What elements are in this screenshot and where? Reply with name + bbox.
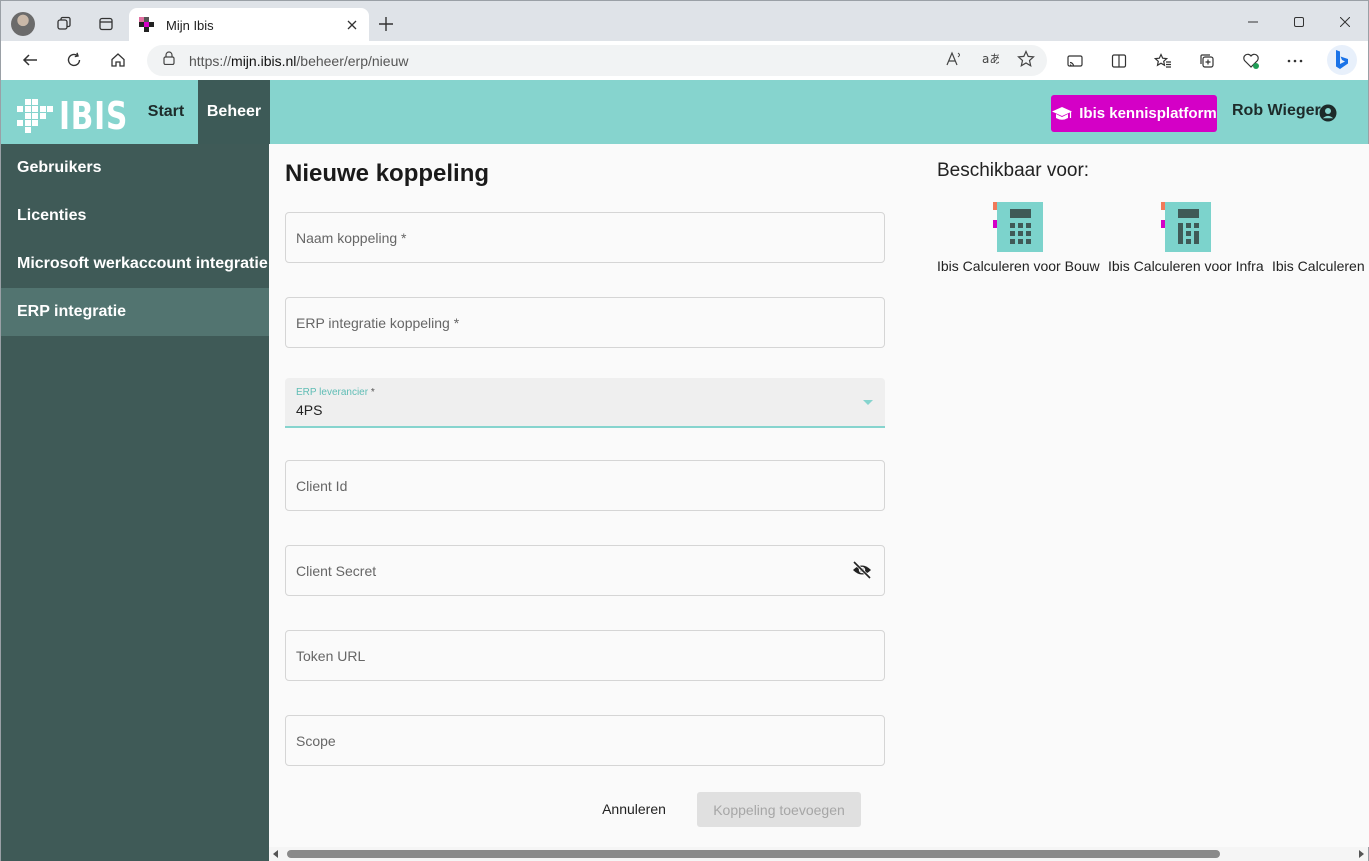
- calculator-infra-icon: [1160, 202, 1211, 252]
- scroll-right-arrow-icon[interactable]: [1359, 850, 1364, 858]
- client-id-label: Client Id: [296, 477, 348, 494]
- read-aloud-icon[interactable]: [945, 50, 963, 73]
- logo-text: IBIS: [59, 94, 129, 138]
- scope-label: Scope: [296, 732, 336, 749]
- browser-tab-bar: Mijn Ibis: [0, 0, 1369, 42]
- dropdown-arrow-icon: [863, 400, 873, 405]
- profile-avatar[interactable]: [11, 12, 35, 36]
- kennisplatform-label: Ibis kennisplatform: [1079, 105, 1217, 122]
- back-arrow-icon[interactable]: [19, 49, 41, 71]
- app-header: IBIS Start Beheer Ibis kennisplatform Ro…: [0, 80, 1369, 144]
- cast-icon[interactable]: [1064, 50, 1086, 72]
- erp-leverancier-select[interactable]: ERP leverancier * 4PS: [285, 378, 885, 428]
- scope-field[interactable]: Scope: [285, 715, 885, 766]
- translate-icon[interactable]: aあ: [981, 50, 1001, 73]
- workspaces-icon[interactable]: [53, 13, 75, 35]
- minimize-icon[interactable]: [1230, 1, 1276, 42]
- product-calculeren: Ibis Calculeren: [1272, 202, 1365, 274]
- client-secret-label: Client Secret: [296, 562, 377, 579]
- tab-actions-icon[interactable]: [95, 13, 117, 35]
- address-bar[interactable]: https://mijn.ibis.nl/beheer/erp/nieuw aあ: [147, 45, 1047, 76]
- svg-text:aあ: aあ: [982, 52, 999, 66]
- browser-tab-mijn-ibis[interactable]: Mijn Ibis: [129, 8, 369, 42]
- main-content: Nieuwe koppeling Naam koppeling * ERP in…: [269, 144, 1369, 847]
- token-url-label: Token URL: [296, 647, 366, 664]
- tab-title: Mijn Ibis: [166, 17, 214, 33]
- product-calculeren-bouw: Ibis Calculeren voor Bouw: [937, 202, 1100, 274]
- home-icon[interactable]: [107, 49, 129, 71]
- sidebar-item-microsoft-werkaccount[interactable]: Microsoft werkaccount integratie: [1, 240, 269, 288]
- horizontal-scrollbar[interactable]: [269, 847, 1369, 861]
- client-secret-field[interactable]: Client Secret: [285, 545, 885, 596]
- collections-icon[interactable]: [1196, 50, 1218, 72]
- erp-integratie-koppeling-field[interactable]: ERP integratie koppeling *: [285, 297, 885, 348]
- availability-title: Beschikbaar voor:: [937, 160, 1090, 181]
- browser-essentials-icon[interactable]: [1240, 50, 1262, 72]
- new-tab-icon[interactable]: [375, 13, 397, 35]
- browser-toolbar: https://mijn.ibis.nl/beheer/erp/nieuw aあ: [0, 41, 1369, 80]
- refresh-icon[interactable]: [63, 49, 85, 71]
- scrollbar-thumb[interactable]: [287, 850, 1220, 858]
- calculator-icon: [993, 202, 1044, 252]
- nav-tab-beheer[interactable]: Beheer: [198, 80, 270, 144]
- split-screen-icon[interactable]: [1108, 50, 1130, 72]
- more-options-icon[interactable]: [1284, 50, 1306, 72]
- kennisplatform-button[interactable]: Ibis kennisplatform: [1051, 95, 1217, 132]
- window-controls: [1230, 1, 1368, 42]
- graduation-cap-icon: [1052, 106, 1073, 120]
- favorite-star-icon[interactable]: [1017, 50, 1035, 73]
- scroll-left-arrow-icon[interactable]: [273, 850, 278, 858]
- user-name[interactable]: Rob Wiegers: [1232, 102, 1330, 120]
- sidebar: Gebruikers Licenties Microsoft werkaccou…: [0, 144, 269, 861]
- favorites-icon[interactable]: [1152, 50, 1174, 72]
- naam-koppeling-label: Naam koppeling *: [296, 229, 407, 246]
- ibis-favicon-icon: [139, 17, 155, 33]
- bing-copilot-icon[interactable]: [1327, 45, 1357, 75]
- product-label: Ibis Calculeren voor Bouw: [937, 258, 1100, 274]
- close-tab-icon[interactable]: [341, 14, 363, 36]
- nav-tab-start[interactable]: Start: [135, 80, 197, 144]
- maximize-icon[interactable]: [1276, 1, 1322, 42]
- naam-koppeling-field[interactable]: Naam koppeling *: [285, 212, 885, 263]
- sidebar-item-erp-integratie[interactable]: ERP integratie: [1, 288, 269, 336]
- product-label: Ibis Calculeren: [1272, 258, 1365, 274]
- visibility-off-icon[interactable]: [852, 560, 872, 584]
- add-koppeling-button[interactable]: Koppeling toevoegen: [697, 792, 861, 827]
- address-bar-actions: aあ: [945, 50, 1035, 73]
- token-url-field[interactable]: Token URL: [285, 630, 885, 681]
- product-label: Ibis Calculeren voor Infra: [1108, 258, 1264, 274]
- ibis-logo[interactable]: IBIS: [17, 94, 148, 138]
- ibis-logo-mark-icon: [17, 99, 53, 133]
- url-text: https://mijn.ibis.nl/beheer/erp/nieuw: [189, 52, 409, 69]
- page-title: Nieuwe koppeling: [285, 160, 490, 187]
- erp-leverancier-value: 4PS: [296, 402, 323, 418]
- client-id-field[interactable]: Client Id: [285, 460, 885, 511]
- cancel-button[interactable]: Annuleren: [591, 792, 677, 826]
- close-window-icon[interactable]: [1322, 1, 1368, 42]
- lock-icon[interactable]: [163, 51, 175, 70]
- sidebar-item-licenties[interactable]: Licenties: [1, 192, 269, 240]
- product-calculeren-infra: Ibis Calculeren voor Infra: [1108, 202, 1264, 274]
- account-circle-icon[interactable]: [1319, 104, 1337, 127]
- erp-leverancier-label: ERP leverancier *: [296, 387, 375, 398]
- sidebar-item-gebruikers[interactable]: Gebruikers: [1, 144, 269, 192]
- erp-integratie-koppeling-label: ERP integratie koppeling *: [296, 314, 460, 331]
